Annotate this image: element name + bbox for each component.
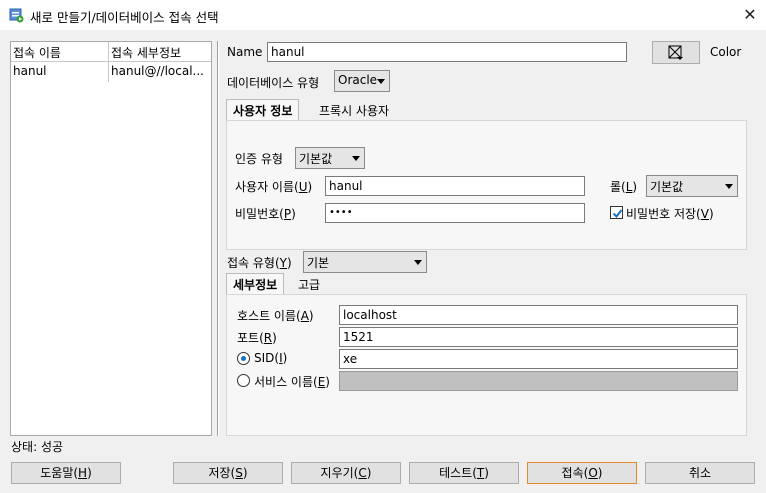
host-label: 호스트 이름(A) xyxy=(237,309,314,323)
username-label: 사용자 이름(U) xyxy=(235,180,313,194)
password-input[interactable]: •••• xyxy=(325,203,585,223)
color-swatch-icon xyxy=(668,45,683,60)
sid-label[interactable]: SID(I) xyxy=(254,351,287,365)
auth-type-value: 기본값 xyxy=(299,152,333,166)
clear-button[interactable]: 지우기(C) xyxy=(291,462,401,484)
auth-type-label: 인증 유형 xyxy=(235,152,283,166)
title-bar: 새로 만들기/데이터베이스 접속 선택 ✕ xyxy=(0,0,766,30)
close-icon[interactable]: ✕ xyxy=(740,5,760,25)
tab-details[interactable]: 세부정보 xyxy=(226,273,285,295)
host-input[interactable]: localhost xyxy=(339,305,738,325)
sid-radio[interactable] xyxy=(237,352,250,365)
column-divider xyxy=(108,42,109,82)
column-header-details[interactable]: 접속 세부정보 xyxy=(111,44,181,61)
chevron-down-icon xyxy=(352,156,360,161)
name-input[interactable]: hanul xyxy=(267,42,627,62)
connect-button[interactable]: 접속(O) xyxy=(527,462,637,484)
role-value: 기본값 xyxy=(650,180,684,194)
username-input[interactable]: hanul xyxy=(325,176,585,196)
tab-advanced[interactable]: 고급 xyxy=(292,274,326,295)
checkmark-icon xyxy=(612,209,623,219)
connection-list[interactable]: 접속 이름 접속 세부정보 hanul hanul@//local... xyxy=(10,41,212,436)
password-label: 비밀번호(P) xyxy=(235,207,296,221)
window-title: 새로 만들기/데이터베이스 접속 선택 xyxy=(30,10,219,25)
port-input[interactable]: 1521 xyxy=(339,327,738,347)
connection-details-cell[interactable]: hanul@//local... xyxy=(111,64,209,78)
color-label: Color xyxy=(710,45,742,59)
service-name-radio[interactable] xyxy=(237,374,250,387)
tab-proxy-user[interactable]: 프록시 사용자 xyxy=(313,100,395,121)
splitter[interactable] xyxy=(217,41,219,436)
role-select[interactable]: 기본값 xyxy=(646,175,738,197)
column-header-name[interactable]: 접속 이름 xyxy=(13,44,61,61)
color-picker-button[interactable] xyxy=(652,41,700,64)
db-type-value: Oracle xyxy=(338,73,378,87)
chevron-down-icon xyxy=(414,260,422,265)
save-password-label[interactable]: 비밀번호 저장(V) xyxy=(626,205,714,222)
cancel-button[interactable]: 취소 xyxy=(645,462,755,484)
auth-type-select[interactable]: 기본값 xyxy=(295,147,365,169)
database-connect-icon xyxy=(9,8,24,23)
service-name-input[interactable] xyxy=(339,371,738,391)
radio-selected-dot xyxy=(241,356,246,361)
conn-type-value: 기본 xyxy=(307,256,330,270)
db-type-select[interactable]: Oracle xyxy=(334,70,390,92)
save-password-checkbox[interactable] xyxy=(610,206,623,219)
service-name-label[interactable]: 서비스 이름(E) xyxy=(254,373,330,390)
test-button[interactable]: 테스트(T) xyxy=(409,462,519,484)
tab-user-info[interactable]: 사용자 정보 xyxy=(226,99,300,121)
conn-type-label: 접속 유형(Y) xyxy=(227,256,292,270)
name-label: Name xyxy=(227,45,263,59)
status-text: 상태: 성공 xyxy=(11,440,64,454)
chevron-down-icon xyxy=(377,79,385,84)
help-button[interactable]: 도움말(H) xyxy=(11,462,121,484)
port-label: 포트(R) xyxy=(237,331,277,345)
save-button[interactable]: 저장(S) xyxy=(173,462,283,484)
chevron-down-icon xyxy=(725,184,733,189)
sid-input[interactable]: xe xyxy=(339,349,738,369)
conn-type-select[interactable]: 기본 xyxy=(303,251,427,273)
db-type-label: 데이터베이스 유형 xyxy=(227,76,320,90)
role-label: 롤(L) xyxy=(610,180,638,194)
connection-name-cell[interactable]: hanul xyxy=(13,64,47,78)
